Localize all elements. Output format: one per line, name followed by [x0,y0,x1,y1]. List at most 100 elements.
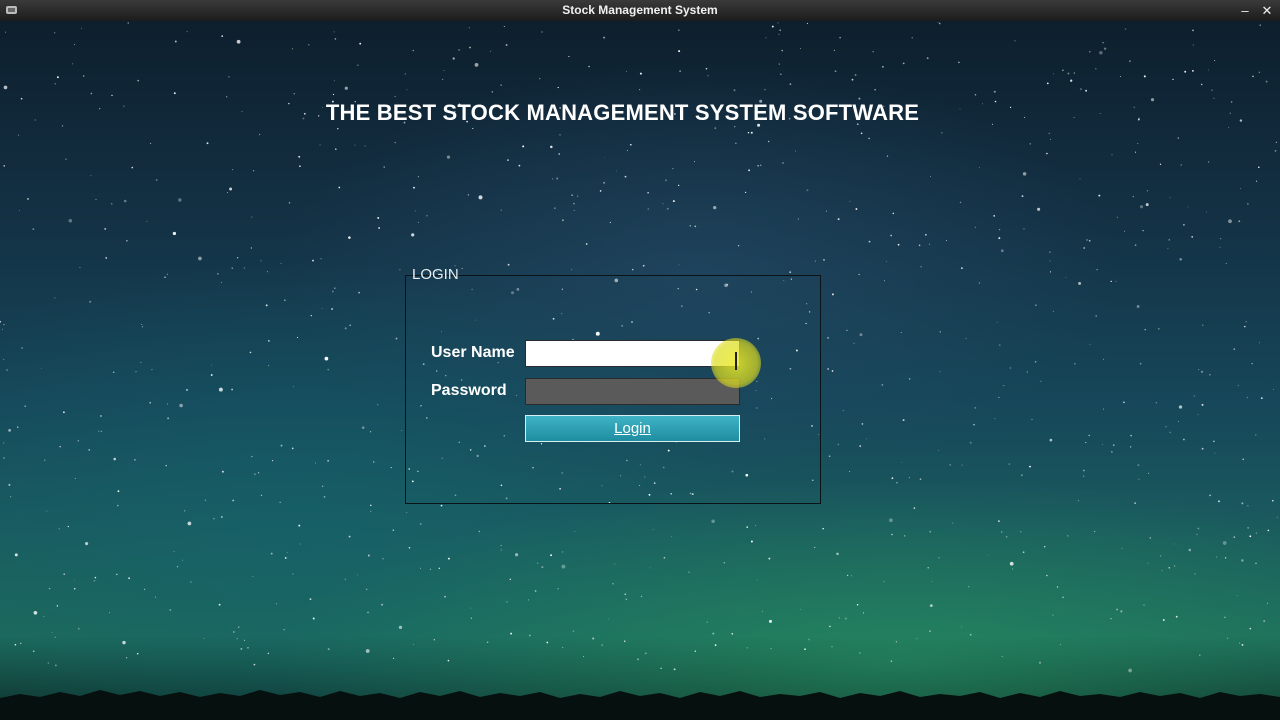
star [310,315,312,317]
star [354,144,356,146]
star [573,202,575,205]
title-bar: Stock Management System – ✕ [0,0,1280,21]
star [640,595,643,597]
star [1241,643,1244,646]
star [694,225,697,228]
star [358,291,360,294]
star [210,374,213,376]
star [1198,369,1200,370]
star [799,609,801,611]
star [79,266,81,269]
star [1029,465,1031,468]
star [236,39,241,44]
star [406,89,408,91]
star [1049,438,1053,442]
star [904,535,906,537]
star [938,557,940,559]
star [1103,408,1105,410]
close-button[interactable]: ✕ [1258,0,1276,21]
star [470,607,472,609]
login-button[interactable]: Login [525,415,740,442]
star [625,70,627,72]
page-headline: THE BEST STOCK MANAGEMENT SYSTEM SOFTWAR… [325,100,920,125]
star [1073,72,1075,74]
star [500,84,502,86]
star [1059,644,1061,646]
star [1094,67,1097,70]
star [662,203,664,205]
star [1179,258,1182,261]
star [1139,362,1142,365]
star [534,590,537,592]
star [173,92,176,95]
star [754,524,757,527]
star [974,407,977,409]
star [478,530,481,533]
star [221,282,223,284]
star [40,368,42,370]
star [1194,573,1196,575]
star [110,202,113,205]
star [366,588,368,590]
star [961,464,963,466]
minimize-button[interactable]: – [1236,0,1254,21]
star [398,625,403,630]
star [203,637,205,639]
star [916,638,918,640]
star [806,22,808,24]
star [678,29,680,31]
star [987,554,989,556]
star [136,653,139,655]
star [1236,595,1238,597]
star [1029,143,1031,145]
star [541,566,544,569]
star [369,510,372,513]
star [478,195,483,200]
star [931,581,933,583]
star [541,31,543,33]
star [998,237,1001,240]
star [861,423,864,425]
star [1049,271,1052,273]
star [1116,608,1118,611]
star [859,652,861,654]
username-input[interactable] [525,340,740,367]
star [320,258,322,260]
star [1065,276,1067,278]
star [1143,75,1146,78]
star [746,526,749,528]
star [73,587,76,590]
star [401,430,403,432]
star [601,644,603,646]
star [626,150,628,152]
star [1103,358,1105,360]
star [585,243,588,245]
password-input[interactable] [525,378,740,405]
star [939,331,941,333]
star [539,77,541,80]
star [557,588,559,590]
star [649,567,651,569]
star [446,155,451,159]
star [77,627,80,630]
star [714,644,717,646]
star [1222,541,1227,545]
star [1218,500,1220,503]
star [1011,568,1014,570]
star [1082,475,1085,477]
star [88,449,90,451]
star [900,331,902,334]
star [0,320,1,323]
star [321,308,323,309]
star [1201,370,1203,373]
star [1102,444,1104,446]
star [1228,219,1232,224]
star [94,576,97,579]
star [357,64,359,66]
star [1046,152,1048,155]
star [612,583,614,585]
star [327,368,330,371]
star [72,63,74,65]
star [632,268,634,271]
star [737,245,740,247]
